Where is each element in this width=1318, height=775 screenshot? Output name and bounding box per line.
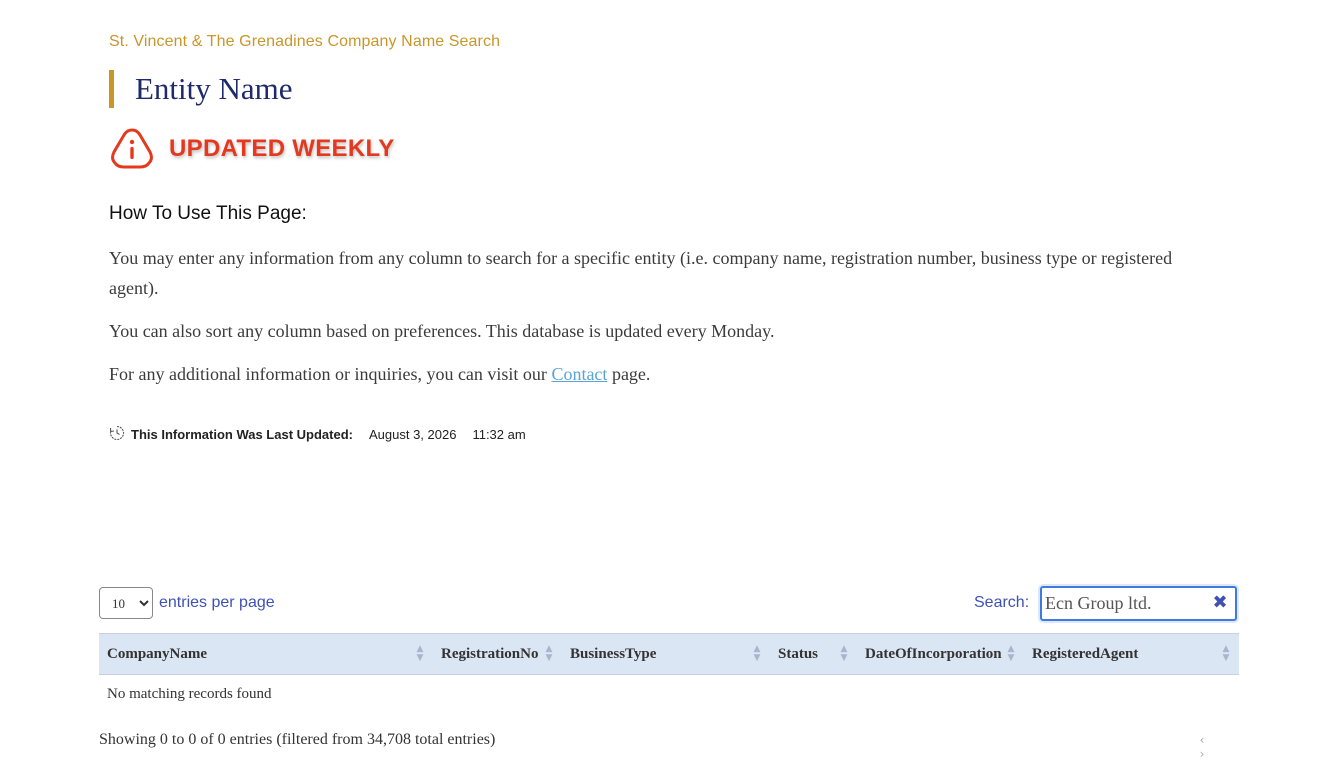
column-label: RegistrationNo [441, 645, 539, 662]
next-page-button[interactable]: › [1190, 747, 1214, 761]
empty-message: No matching records found [107, 685, 272, 702]
site-title: St. Vincent & The Grenadines Company Nam… [109, 33, 501, 50]
column-label: RegisteredAgent [1032, 645, 1139, 662]
column-header-businesstype[interactable]: BusinessType ▲ ▼ [562, 634, 770, 675]
sort-arrows-icon: ▲ ▼ [1222, 644, 1230, 663]
alert-info-icon [109, 126, 155, 172]
column-header-registrationno[interactable]: RegistrationNo ▲ ▼ [433, 634, 562, 675]
column-label: BusinessType [570, 645, 657, 662]
column-label: Status [778, 645, 819, 662]
last-updated-time: 11:32 am [472, 427, 526, 442]
sort-arrows-icon: ▲ ▼ [545, 644, 553, 663]
table-info: Showing 0 to 0 of 0 entries (filtered fr… [99, 731, 496, 748]
last-updated: This Information Was Last Updated: Augus… [109, 425, 526, 444]
column-header-dateofincorporation[interactable]: DateOfIncorporation ▲ ▼ [857, 634, 1024, 675]
howto-paragraph-3-text: For any additional information or inquir… [109, 364, 547, 384]
column-header-registeredagent[interactable]: RegisteredAgent ▲ ▼ [1024, 634, 1239, 675]
column-header-companyname[interactable]: CompanyName ▲ ▼ [99, 634, 433, 675]
howto-paragraph-1: You may enter any information from any c… [109, 248, 1173, 298]
howto-heading: How To Use This Page: [109, 203, 307, 224]
close-icon[interactable]: ✖ [1211, 594, 1229, 612]
last-updated-label: This Information Was Last Updated: [131, 427, 353, 442]
clock-history-icon [109, 425, 125, 444]
table-row: No matching records found [99, 675, 1239, 714]
last-updated-date: August 3, 2026 [368, 427, 457, 442]
pagination: ‹› [1184, 733, 1239, 761]
sort-arrows-icon: ▲ ▼ [1007, 644, 1015, 663]
search-input[interactable] [1042, 588, 1215, 619]
sort-arrows-icon: ▲ ▼ [753, 644, 761, 663]
sort-arrows-icon: ▲ ▼ [416, 644, 424, 663]
search-box: ✖ [1040, 586, 1237, 621]
page-title: Entity Name [109, 70, 293, 108]
page-length-select[interactable]: 10 [99, 587, 153, 619]
howto-paragraph-2: You can also sort any column based on pr… [109, 321, 775, 341]
entities-table: CompanyName ▲ ▼ RegistrationNo ▲ ▼ BusinessT… [99, 633, 1239, 713]
update-notice: UPDATED WEEKLY [109, 126, 395, 172]
howto-paragraph-3: For any additional information or inquir… [109, 359, 1224, 389]
table-header-row: CompanyName ▲ ▼ RegistrationNo ▲ ▼ BusinessT… [99, 633, 1239, 675]
updated-weekly-text: UPDATED WEEKLY [169, 135, 395, 162]
column-label: DateOfIncorporation [865, 645, 1002, 662]
howto-paragraph-3-end: page. [611, 364, 651, 384]
search-label: Search: [974, 594, 1030, 611]
previous-page-button[interactable]: ‹ [1190, 733, 1214, 747]
column-label: CompanyName [107, 645, 207, 662]
entries-per-page-label: entries per page [159, 594, 275, 611]
contact-link[interactable]: Contact [551, 364, 607, 384]
sort-arrows-icon: ▲ ▼ [840, 644, 848, 663]
column-header-status[interactable]: Status ▲ ▼ [770, 634, 857, 675]
